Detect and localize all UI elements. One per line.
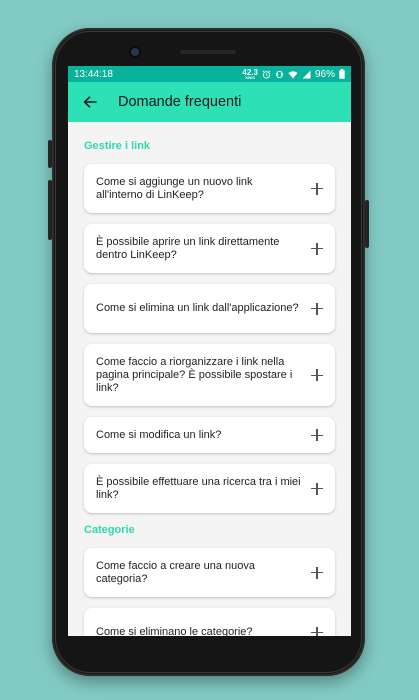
plus-icon [311,566,323,579]
plus-icon [311,242,323,255]
plus-icon [311,429,323,441]
vibrate-icon [275,70,284,79]
front-camera [131,48,139,56]
status-icons: 42.3 KB/S 96% [242,68,345,80]
battery-percent: 96% [314,68,335,80]
status-time: 13:44:18 [74,68,113,80]
arrow-left-icon [83,96,97,108]
status-bar: 13:44:18 42.3 KB/S 96% [68,66,351,82]
plus-icon [311,182,323,195]
plus-icon [311,626,323,636]
section-title-gestire-link: Gestire i link [84,140,151,152]
signal-icon [302,70,311,79]
faq-item-ricerca-link[interactable]: È possibile effettuare una ricerca tra i… [84,464,335,513]
mockup-canvas: 13:44:18 42.3 KB/S 96% Domande frequenti… [0,0,419,700]
faq-item-aggiungi-link[interactable]: Come si aggiunge un nuovo link all'inter… [84,164,335,213]
faq-item-crea-categoria[interactable]: Come faccio a creare una nuova categoria… [84,548,335,597]
phone-power-button [365,200,369,248]
faq-question: Come si aggiunge un nuovo link all'inter… [96,175,253,201]
plus-icon [311,302,323,315]
faq-question: Come faccio a creare una nuova categoria… [96,559,255,585]
faq-item-modifica-link[interactable]: Come si modifica un link? [84,417,335,453]
wifi-icon [288,70,298,79]
faq-question: È possibile aprire un link direttamente … [96,235,280,261]
faq-item-elimina-link[interactable]: Come si elimina un link dall'applicazion… [84,284,335,333]
plus-icon [311,369,323,381]
battery-icon [339,69,345,79]
faq-question: Come si eliminano le categorie? [96,626,253,636]
faq-question: Come faccio a riorganizzare i link nella… [96,355,293,394]
faq-item-apri-link[interactable]: È possibile aprire un link direttamente … [84,224,335,273]
faq-question: È possibile effettuare una ricerca tra i… [96,475,301,501]
back-button[interactable] [80,92,100,112]
alarm-icon [262,69,271,79]
network-speed-unit: KB/S [245,74,255,80]
network-speed: 42.3 KB/S [242,68,258,80]
faq-question: Come si modifica un link? [96,428,222,441]
section-title-categorie: Categorie [84,524,135,536]
plus-icon [311,482,323,495]
faq-item-riorganizza-link[interactable]: Come faccio a riorganizzare i link nella… [84,344,335,406]
faq-question: Come si elimina un link dall'applicazion… [96,302,299,314]
faq-item-elimina-categorie[interactable]: Come si eliminano le categorie? [84,608,335,636]
app-bar: Domande frequenti [68,82,351,122]
faq-content: Gestire i link Come si aggiunge un nuovo… [68,140,351,636]
app-screen: 13:44:18 42.3 KB/S 96% Domande frequenti… [68,66,351,636]
page-title: Domande frequenti [118,94,242,110]
earpiece [180,50,236,54]
